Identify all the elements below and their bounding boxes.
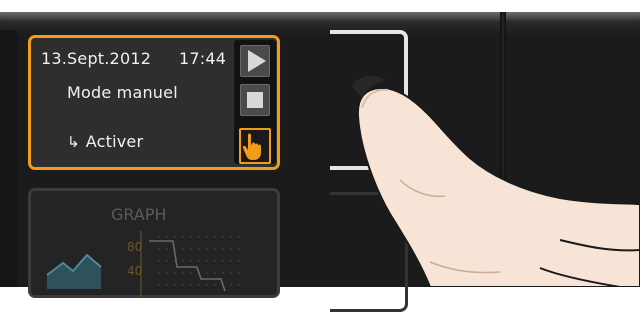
tile-mode-label: Mode manuel xyxy=(67,83,178,102)
slot-corner-top xyxy=(330,30,340,34)
graph-tile[interactable]: GRAPH 80 40 xyxy=(28,188,280,298)
panel-divider xyxy=(500,12,506,287)
play-button[interactable] xyxy=(240,45,270,77)
graph-label-80: 80 xyxy=(127,240,142,254)
activate-link[interactable]: ↳ Activer xyxy=(67,132,143,151)
stop-button[interactable] xyxy=(240,84,270,116)
manual-mode-button[interactable] xyxy=(239,128,271,164)
device-bezel-top xyxy=(0,12,640,22)
graph-title: GRAPH xyxy=(111,205,167,224)
graph-label-40: 40 xyxy=(127,264,142,278)
empty-slot-highlight[interactable] xyxy=(330,30,408,170)
screen-left-edge xyxy=(0,30,17,287)
tap-hand-icon xyxy=(242,133,261,160)
play-icon xyxy=(247,50,266,72)
tile-date: 13.Sept.2012 xyxy=(41,49,152,68)
control-strip xyxy=(234,40,276,164)
stop-icon xyxy=(247,92,263,108)
activate-label: Activer xyxy=(85,132,144,151)
tile-time: 17:44 xyxy=(179,49,227,68)
slot-corner-bottom xyxy=(330,166,340,170)
mode-tile-active[interactable]: 13.Sept.2012 17:44 Mode manuel ↳ Activer xyxy=(28,35,280,170)
return-arrow-icon: ↳ xyxy=(67,132,80,151)
empty-slot-dim[interactable] xyxy=(330,192,408,312)
